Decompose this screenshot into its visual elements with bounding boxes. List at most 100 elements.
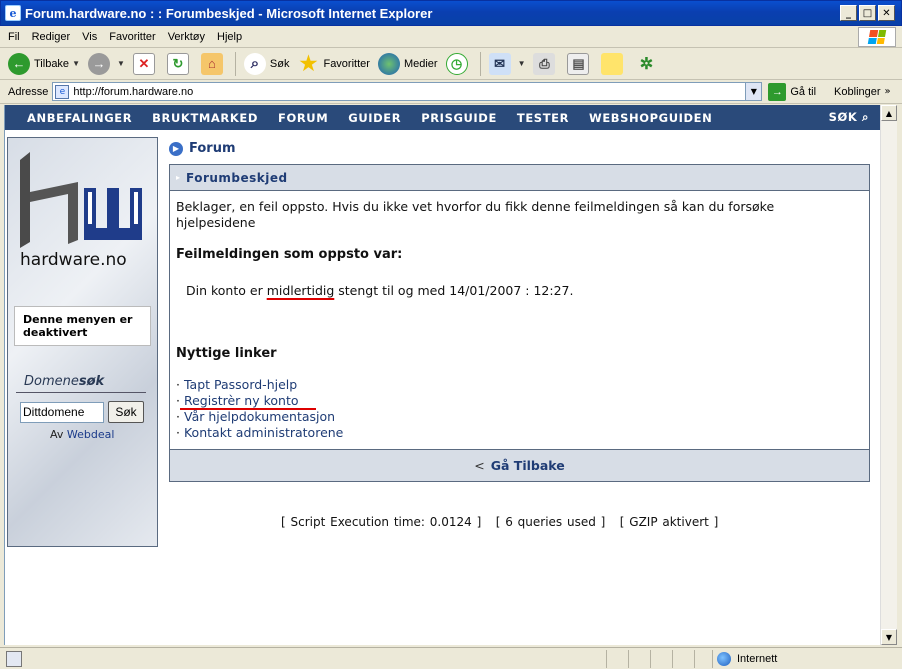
- link-contact-admin[interactable]: Kontakt administratorene: [184, 425, 343, 440]
- home-button[interactable]: ⌂: [200, 52, 227, 75]
- nav-prisguide[interactable]: PRISGUIDE: [421, 111, 497, 125]
- maximize-button[interactable]: □: [859, 5, 876, 21]
- window-controls: _ □ ✕: [840, 5, 895, 21]
- divider: [16, 392, 146, 393]
- nav-tester[interactable]: TESTER: [517, 111, 569, 125]
- back-button[interactable]: ← Tilbake ▼: [8, 52, 80, 75]
- script-stats: [ Script Execution time: 0.0124 ] [ 6 qu…: [281, 515, 719, 529]
- go-arrow-icon: →: [768, 82, 787, 101]
- message-panel: ▸ Forumbeskjed Beklager, en feil oppsto.…: [169, 164, 870, 482]
- webdeal-link[interactable]: Webdeal: [67, 428, 115, 441]
- security-zone: Internett: [712, 650, 898, 668]
- links-toolbar[interactable]: Koblinger: [834, 86, 880, 98]
- address-dropdown-icon[interactable]: ▼: [745, 83, 762, 100]
- bullet-icon: ▸: [176, 173, 181, 182]
- nav-bruktmarked[interactable]: BRUKTMARKED: [152, 111, 258, 125]
- page-icon: e: [55, 84, 70, 99]
- zone-label: Internett: [737, 653, 778, 665]
- media-button[interactable]: Medier: [377, 52, 438, 75]
- menu-file[interactable]: Fil: [8, 31, 20, 43]
- back-dropdown-icon[interactable]: ▼: [72, 59, 80, 68]
- history-clock-icon: ◷: [445, 52, 468, 75]
- page-status-icon: [6, 651, 22, 667]
- back-link-label: Gå Tilbake: [490, 458, 565, 473]
- link-lost-password[interactable]: Tapt Passord-hjelp: [184, 377, 297, 392]
- forward-button[interactable]: → ▼: [87, 52, 125, 75]
- toolbar-separator: [479, 51, 481, 76]
- page-viewport: ANBEFALINGER BRUKTMARKED FORUM GUIDER PR…: [4, 105, 880, 645]
- stop-icon: ✕: [132, 52, 155, 75]
- media-globe-icon: [377, 52, 400, 75]
- link-register[interactable]: Registrèr ny konto: [184, 393, 299, 408]
- list-item: · Registrèr ny konto: [176, 393, 299, 408]
- back-link[interactable]: < Gå Tilbake: [170, 449, 869, 481]
- address-url: http://forum.hardware.no: [73, 85, 194, 98]
- nav-search[interactable]: SØK ⌕: [829, 110, 869, 125]
- discuss-button[interactable]: [601, 52, 627, 75]
- ie-page-icon: e: [5, 5, 21, 21]
- refresh-button[interactable]: ↻: [166, 52, 193, 75]
- error-message: Beklager, en feil oppsto. Hvis du ikke v…: [176, 199, 775, 230]
- nav-anbefalinger[interactable]: ANBEFALINGER: [27, 111, 132, 125]
- toolbar-separator: [234, 51, 236, 76]
- error-title: Feilmeldingen som oppsto var:: [176, 247, 403, 262]
- media-label: Medier: [403, 57, 438, 70]
- messenger-button[interactable]: ✲: [635, 53, 661, 75]
- print-button[interactable]: ⎙: [533, 52, 559, 75]
- useful-links-title: Nyttige linker: [176, 346, 277, 361]
- forward-arrow-icon: →: [87, 52, 110, 75]
- scroll-down-icon[interactable]: ▼: [881, 629, 897, 645]
- history-button[interactable]: ◷: [445, 52, 472, 75]
- edit-button[interactable]: ▤: [567, 52, 593, 75]
- edit-icon: ▤: [567, 52, 590, 75]
- nav-forum[interactable]: FORUM: [278, 111, 328, 125]
- search-icon: ⌕: [861, 110, 869, 124]
- panel-body: Beklager, en feil oppsto. Hvis du ikke v…: [170, 191, 869, 449]
- hardware-logo: [20, 152, 142, 248]
- globe-icon: [717, 652, 731, 666]
- link-help-docs[interactable]: Vår hjelpdokumentasjon: [184, 409, 335, 424]
- domene-suffix: søk: [78, 374, 105, 389]
- address-input[interactable]: e http://forum.hardware.no ▼: [52, 82, 763, 101]
- favorites-button[interactable]: ★ Favoritter: [297, 53, 370, 75]
- status-bar: Internett: [0, 647, 902, 669]
- stop-button[interactable]: ✕: [132, 52, 159, 75]
- nav-guider[interactable]: GUIDER: [348, 111, 401, 125]
- forward-dropdown-icon[interactable]: ▼: [117, 59, 125, 68]
- close-button[interactable]: ✕: [878, 5, 895, 21]
- breadcrumb-forum[interactable]: Forum: [189, 141, 236, 156]
- refresh-icon: ↻: [166, 52, 189, 75]
- mail-icon: ✉: [488, 52, 511, 75]
- nav-webshopguiden[interactable]: WEBSHOPGUIDEN: [589, 111, 712, 125]
- chevron-right-icon[interactable]: »: [885, 86, 891, 97]
- note-icon: [601, 52, 624, 75]
- menu-help[interactable]: Hjelp: [217, 31, 242, 43]
- vertical-scrollbar[interactable]: ▲ ▼: [880, 105, 897, 645]
- mail-dropdown-icon[interactable]: ▼: [518, 59, 526, 68]
- panel-header: ▸ Forumbeskjed: [170, 165, 869, 191]
- domenesok-heading: Domenesøk: [24, 374, 104, 389]
- menu-favorites[interactable]: Favoritter: [109, 31, 155, 43]
- play-circle-icon: ▶: [169, 141, 183, 156]
- error-post: stengt til og med 14/01/2007 : 12:27.: [334, 283, 574, 298]
- go-button[interactable]: → Gå til: [768, 82, 816, 101]
- list-item: · Tapt Passord-hjelp: [176, 377, 298, 392]
- mail-button[interactable]: ✉ ▼: [488, 52, 526, 75]
- by-prefix: Av: [50, 428, 64, 441]
- menu-bar: Fil Rediger Vis Favoritter Verktøy Hjelp: [0, 26, 902, 48]
- menu-tools[interactable]: Verktøy: [168, 31, 205, 43]
- menu-view[interactable]: Vis: [82, 31, 97, 43]
- back-arrow-icon: ←: [8, 52, 30, 75]
- favorites-label: Favoritter: [323, 57, 370, 70]
- menu-disabled-box: Denne menyen er deaktivert: [14, 306, 151, 346]
- domain-search-button[interactable]: Søk: [108, 401, 144, 423]
- error-highlight: midlertidig: [266, 283, 335, 298]
- back-label: Tilbake: [34, 57, 70, 70]
- search-icon: ⌕: [243, 52, 266, 75]
- menu-edit[interactable]: Rediger: [32, 31, 71, 43]
- minimize-button[interactable]: _: [840, 5, 857, 21]
- domain-search-input[interactable]: Dittdomene: [20, 402, 104, 423]
- search-button[interactable]: ⌕ Søk: [243, 52, 289, 75]
- scroll-up-icon[interactable]: ▲: [881, 105, 897, 121]
- address-label: Adresse: [8, 85, 49, 98]
